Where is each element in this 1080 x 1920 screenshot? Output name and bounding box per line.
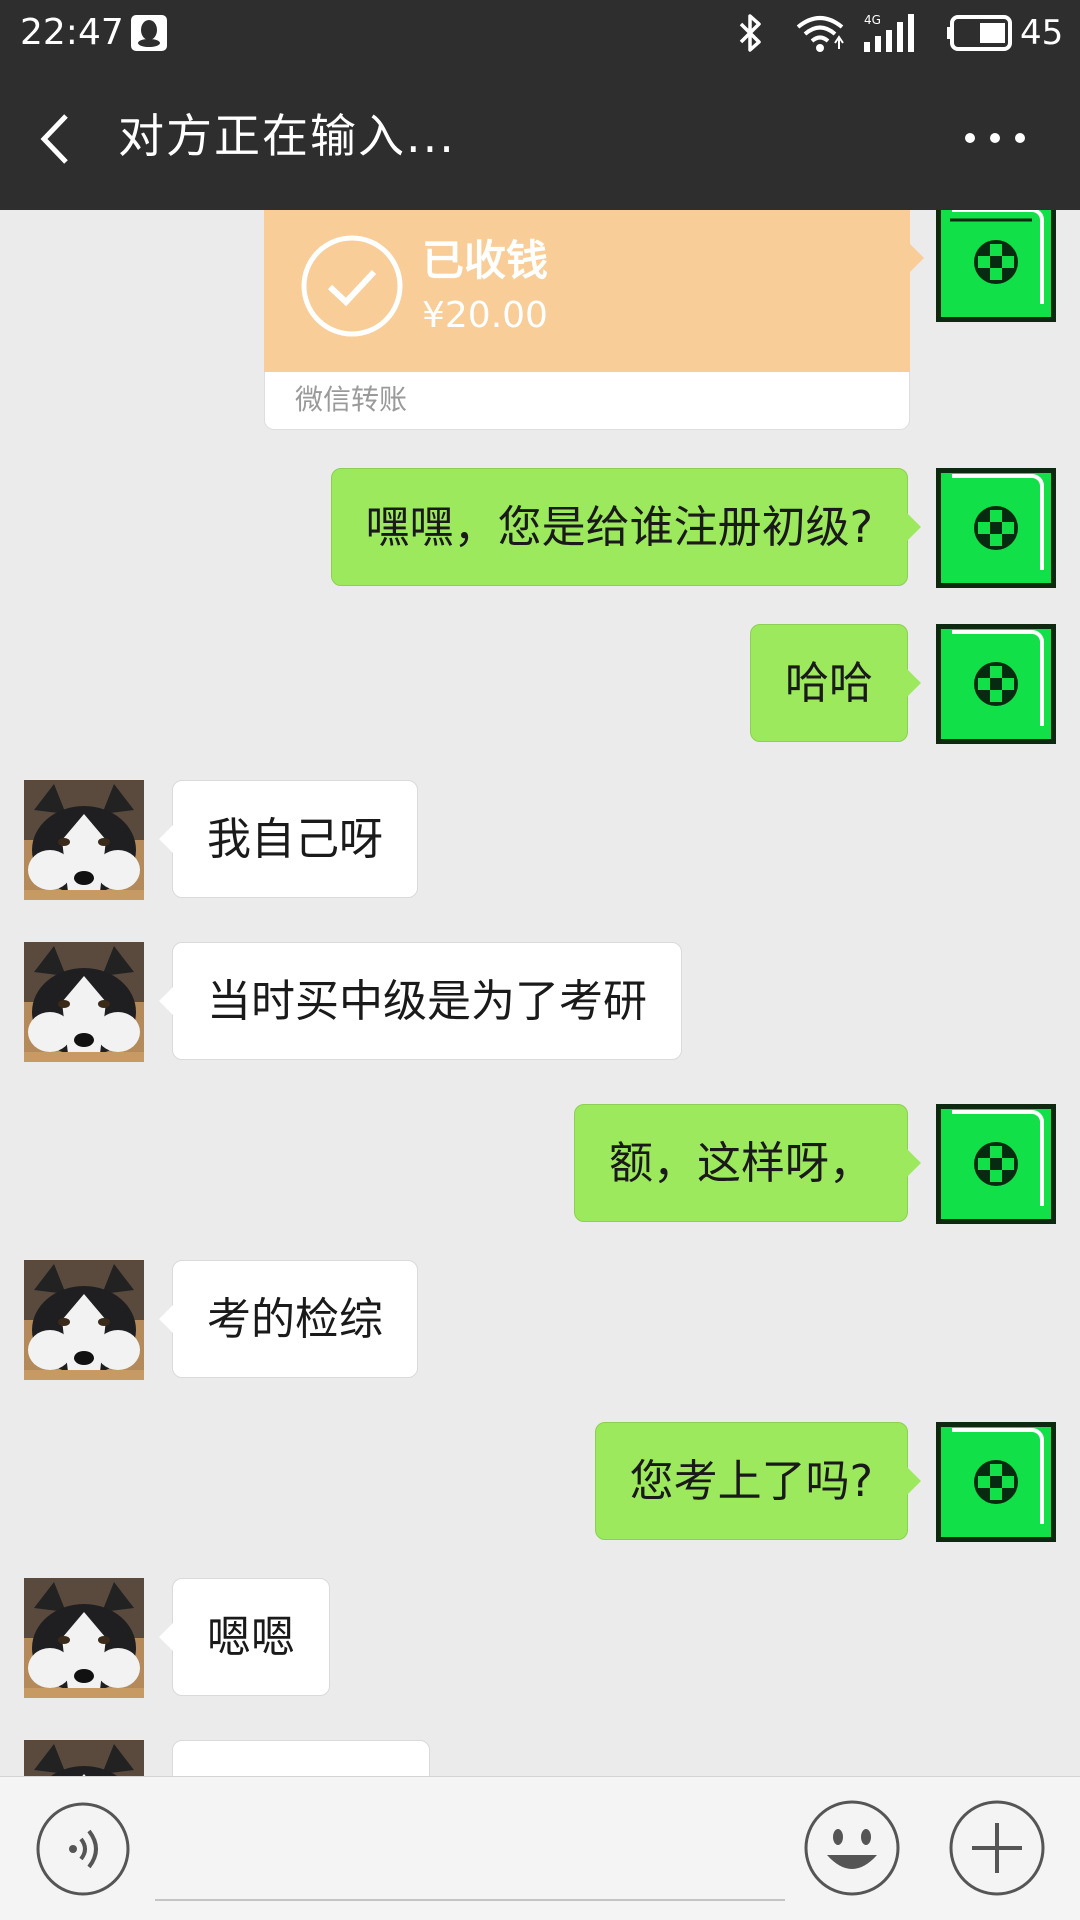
signal-4g-icon: 4G	[864, 13, 914, 52]
bluetooth-icon	[739, 14, 761, 52]
message-bubble-sent[interactable]: 嘿嘿，您是给谁注册初级?	[330, 468, 922, 586]
my-avatar[interactable]	[936, 1422, 1056, 1542]
message-bubble-sent[interactable]: 额，这样呀，	[574, 1104, 921, 1222]
svg-text:4G: 4G	[864, 13, 881, 27]
transfer-footer: 微信转账	[264, 372, 910, 430]
transfer-status: 已收钱	[422, 236, 549, 285]
battery-level: 45	[1020, 13, 1064, 53]
message-bubble-received[interactable]: 嗯嗯	[159, 1578, 330, 1696]
message-bubble-received[interactable]: 考的检综	[159, 1260, 418, 1378]
transfer-source-label: 微信转账	[295, 383, 408, 416]
status-bar: 22:47 4G 45	[0, 0, 1080, 66]
transfer-card-body: 已收钱 ¥20.00	[264, 210, 924, 372]
check-circle-icon	[301, 235, 403, 337]
chat-area[interactable]: 已收钱 ¥20.00 微信转账 嘿嘿，您是给谁注册初级? 哈哈 我自己呀 当时买…	[0, 210, 1080, 1776]
transfer-amount: ¥20.00	[422, 295, 548, 336]
contact-avatar[interactable]	[24, 1578, 144, 1698]
chat-title: 对方正在输入...	[118, 109, 456, 163]
emoji-icon[interactable]	[803, 1799, 901, 1897]
my-avatar[interactable]	[936, 1104, 1056, 1224]
my-avatar[interactable]	[936, 624, 1056, 744]
message-bubble-sent[interactable]: 哈哈	[750, 624, 921, 742]
message-bubble-sent[interactable]: 您考上了吗?	[594, 1422, 922, 1540]
more-options-icon[interactable]	[960, 116, 1030, 160]
message-bubble-received[interactable]: 我自己呀	[159, 780, 418, 898]
voice-input-icon[interactable]	[35, 1801, 131, 1897]
message-bubble-received[interactable]	[172, 1740, 430, 1776]
qq-notification-icon	[131, 15, 167, 51]
my-avatar[interactable]	[936, 210, 1056, 322]
plus-icon[interactable]	[948, 1799, 1046, 1897]
message-bubble-received[interactable]: 当时买中级是为了考研	[159, 942, 682, 1060]
contact-avatar[interactable]	[24, 780, 144, 900]
input-bar	[0, 1776, 1080, 1920]
wifi-icon	[796, 16, 844, 52]
contact-avatar[interactable]	[24, 1740, 144, 1776]
my-avatar[interactable]	[936, 468, 1056, 588]
message-input[interactable]	[155, 1797, 785, 1901]
back-arrow-icon[interactable]	[36, 110, 76, 168]
status-time: 22:47	[20, 12, 124, 53]
contact-avatar[interactable]	[24, 1260, 144, 1380]
battery-icon	[947, 15, 1012, 51]
title-bar: 对方正在输入...	[0, 66, 1080, 210]
transfer-card[interactable]: 已收钱 ¥20.00 微信转账	[264, 210, 924, 430]
contact-avatar[interactable]	[24, 942, 144, 1062]
